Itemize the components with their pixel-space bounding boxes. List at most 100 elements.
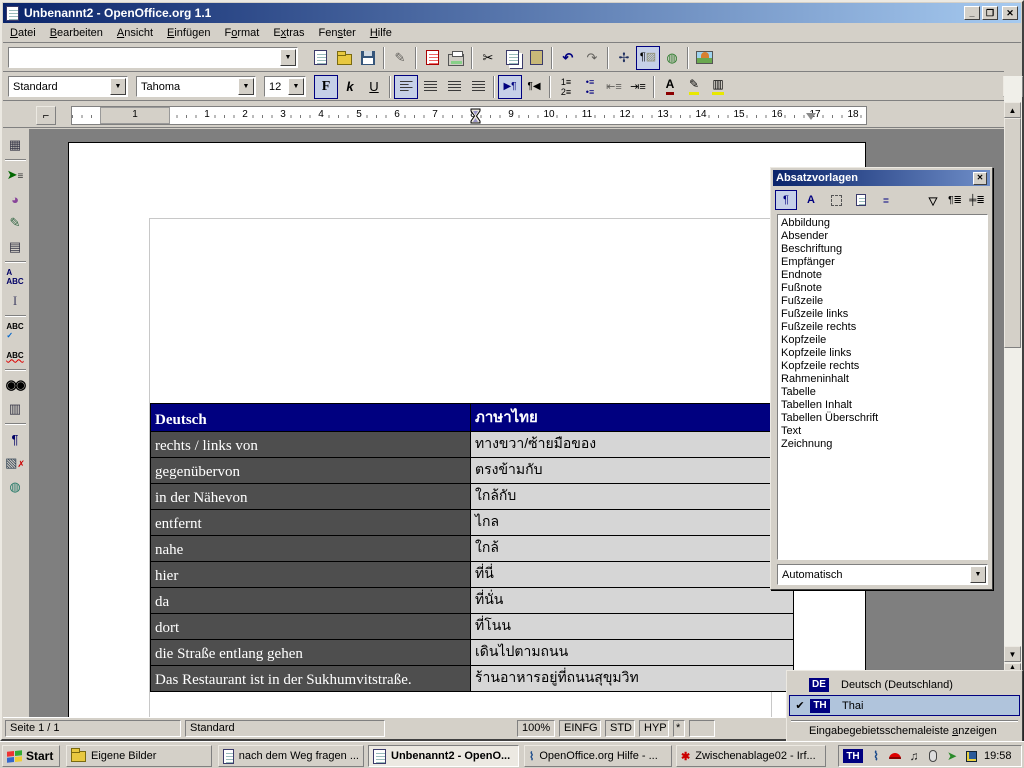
chevron-down-icon[interactable]: ▼	[280, 49, 296, 66]
tray-language-indicator[interactable]: TH	[843, 749, 863, 763]
navigator-button[interactable]: ✢	[612, 46, 636, 70]
online-layout-button[interactable]: ◍	[2, 475, 28, 499]
style-item[interactable]: Text	[781, 425, 987, 438]
chevron-down-icon[interactable]: ▼	[238, 78, 254, 95]
header-cell-thai[interactable]: ภาษาไทย	[471, 404, 794, 432]
menu-item-show-input-locale-bar[interactable]: Eingabegebietsschemaleiste anzeigen	[789, 721, 1020, 740]
update-style-button[interactable]: ╪≣	[966, 190, 988, 210]
menu-item-thai[interactable]: ✔ TH Thai	[789, 695, 1020, 716]
table-row[interactable]: hierที่นี่	[151, 562, 794, 588]
document-page[interactable]: Deutsch ภาษาไทย rechts / links vonทางขวา…	[68, 142, 866, 720]
style-item[interactable]: Fußnote	[781, 282, 987, 295]
stylist-title-bar[interactable]: Absatzvorlagen ✕	[773, 170, 990, 186]
status-selection-mode[interactable]: STD	[605, 720, 635, 737]
table-row[interactable]: Das Restaurant ist in der Sukhumvitstraß…	[151, 666, 794, 692]
scroll-down-button[interactable]: ▼	[1004, 646, 1021, 662]
right-margin-marker[interactable]	[806, 113, 816, 120]
italic-button[interactable]: k	[338, 75, 362, 99]
style-item[interactable]: Kopfzeile	[781, 334, 987, 347]
table-row[interactable]: in der Nähevonใกล้กับ	[151, 484, 794, 510]
align-center-button[interactable]	[418, 75, 442, 99]
bullet-list-button[interactable]: •≡•≡	[578, 75, 602, 99]
clock[interactable]: 19:58	[984, 750, 1012, 762]
cell-th[interactable]: ใกล้กับ	[471, 484, 794, 510]
frame-styles-button[interactable]	[825, 190, 847, 210]
insert-form-button[interactable]: ▤	[2, 235, 28, 259]
find-replace-button[interactable]: ◉◉	[2, 373, 28, 397]
cell-de[interactable]: gegenübervon	[151, 458, 471, 484]
style-item[interactable]: Rahmeninhalt	[781, 373, 987, 386]
tablet-driver-icon[interactable]	[963, 748, 979, 764]
style-item[interactable]: Kopfzeile rechts	[781, 360, 987, 373]
cell-th[interactable]: ร้านอาหารอยู่ที่ถนนสุขุมวิท	[471, 666, 794, 692]
table-row[interactable]: die Straße entlang gehenเดินไปตามถนน	[151, 640, 794, 666]
style-item[interactable]: Absender	[781, 230, 987, 243]
cell-de[interactable]: dort	[151, 614, 471, 640]
spellcheck-button[interactable]: ABC✓	[2, 319, 28, 343]
insert-table-button[interactable]: ▦	[2, 133, 28, 157]
print-button[interactable]	[444, 46, 468, 70]
minimize-button[interactable]: _	[964, 6, 980, 20]
status-zoom[interactable]: 100%	[517, 720, 555, 737]
cut-button[interactable]: ✂	[476, 46, 500, 70]
task-nach-dem-weg-fragen[interactable]: nach dem Weg fragen ...	[218, 745, 364, 767]
antivirus-umbrella-icon[interactable]	[887, 748, 903, 764]
align-left-button[interactable]	[394, 75, 418, 99]
insert-object-button[interactable]: ◕	[2, 187, 28, 211]
cell-th[interactable]: ไกล	[471, 510, 794, 536]
edit-file-button[interactable]: ✎	[388, 46, 412, 70]
style-list[interactable]: Abbildung Absender Beschriftung Empfänge…	[777, 214, 988, 560]
cell-de[interactable]: nahe	[151, 536, 471, 562]
cell-de[interactable]: hier	[151, 562, 471, 588]
style-item[interactable]: Kopfzeile links	[781, 347, 987, 360]
style-item[interactable]: Zeichnung	[781, 438, 987, 451]
restore-button[interactable]: ❐	[982, 6, 998, 20]
openoffice-quickstart-icon[interactable]: ⌇	[868, 748, 884, 764]
chevron-down-icon[interactable]: ▼	[970, 566, 986, 583]
menu-hilfe[interactable]: Hilfe	[363, 25, 399, 41]
header-cell-deutsch[interactable]: Deutsch	[151, 404, 471, 432]
cell-th[interactable]: ทางขวา/ซ้ายมือของ	[471, 432, 794, 458]
rtl-direction-button[interactable]: ¶◀	[522, 75, 546, 99]
menu-datei[interactable]: Datei	[3, 25, 43, 41]
graphics-on-off-button[interactable]: ▧✗	[2, 451, 28, 475]
export-pdf-button[interactable]	[420, 46, 444, 70]
stylist-close-button[interactable]: ✕	[973, 172, 987, 185]
new-style-from-selection-button[interactable]: ¶≣	[944, 190, 966, 210]
cell-th[interactable]: ที่โนน	[471, 614, 794, 640]
chevron-down-icon[interactable]: ▼	[288, 78, 304, 95]
scroll-up-button[interactable]: ▲	[1004, 102, 1021, 118]
url-combobox[interactable]: ▼	[8, 47, 298, 68]
cell-th[interactable]: เดินไปตามถนน	[471, 640, 794, 666]
tab-type-button[interactable]: ⌐	[36, 106, 56, 125]
close-button[interactable]: ✕	[1002, 6, 1018, 20]
status-insert-mode[interactable]: EINFG	[559, 720, 601, 737]
style-item[interactable]: Abbildung	[781, 217, 987, 230]
style-item[interactable]: Tabelle	[781, 386, 987, 399]
paragraph-styles-button[interactable]: ¶	[775, 190, 797, 210]
hardware-unplug-icon[interactable]: ➤	[944, 748, 960, 764]
table-header-row[interactable]: Deutsch ภาษาไทย	[151, 404, 794, 432]
style-item[interactable]: Tabellen Inhalt	[781, 399, 987, 412]
chevron-down-icon[interactable]: ▼	[110, 78, 126, 95]
menu-item-german[interactable]: DE Deutsch (Deutschland)	[789, 674, 1020, 695]
style-item[interactable]: Fußzeile links	[781, 308, 987, 321]
background-color-button[interactable]: ▥	[706, 75, 730, 99]
mouse-settings-icon[interactable]	[925, 748, 941, 764]
cell-th[interactable]: ที่นั่น	[471, 588, 794, 614]
task-openoffice-hilfe[interactable]: ⌇ OpenOffice.org Hilfe - ...	[524, 745, 672, 767]
numbering-styles-button[interactable]: ≣	[875, 190, 897, 210]
cell-de[interactable]: da	[151, 588, 471, 614]
horizontal-ruler[interactable]: 1 123456789101112131415161718	[71, 106, 867, 125]
status-hyperlink-mode[interactable]: HYP	[639, 720, 669, 737]
cell-de[interactable]: entfernt	[151, 510, 471, 536]
font-name-combobox[interactable]: Tahoma ▼	[136, 76, 256, 97]
style-item[interactable]: Fußzeile rechts	[781, 321, 987, 334]
font-color-button[interactable]: A	[658, 75, 682, 99]
start-button[interactable]: Start	[2, 745, 60, 767]
table-row[interactable]: dortที่โนน	[151, 614, 794, 640]
increase-indent-button[interactable]: ⇥≡	[626, 75, 650, 99]
menu-fenster[interactable]: Fenster	[312, 25, 363, 41]
style-item[interactable]: Fußzeile	[781, 295, 987, 308]
autotext-button[interactable]: AABC	[2, 265, 28, 289]
